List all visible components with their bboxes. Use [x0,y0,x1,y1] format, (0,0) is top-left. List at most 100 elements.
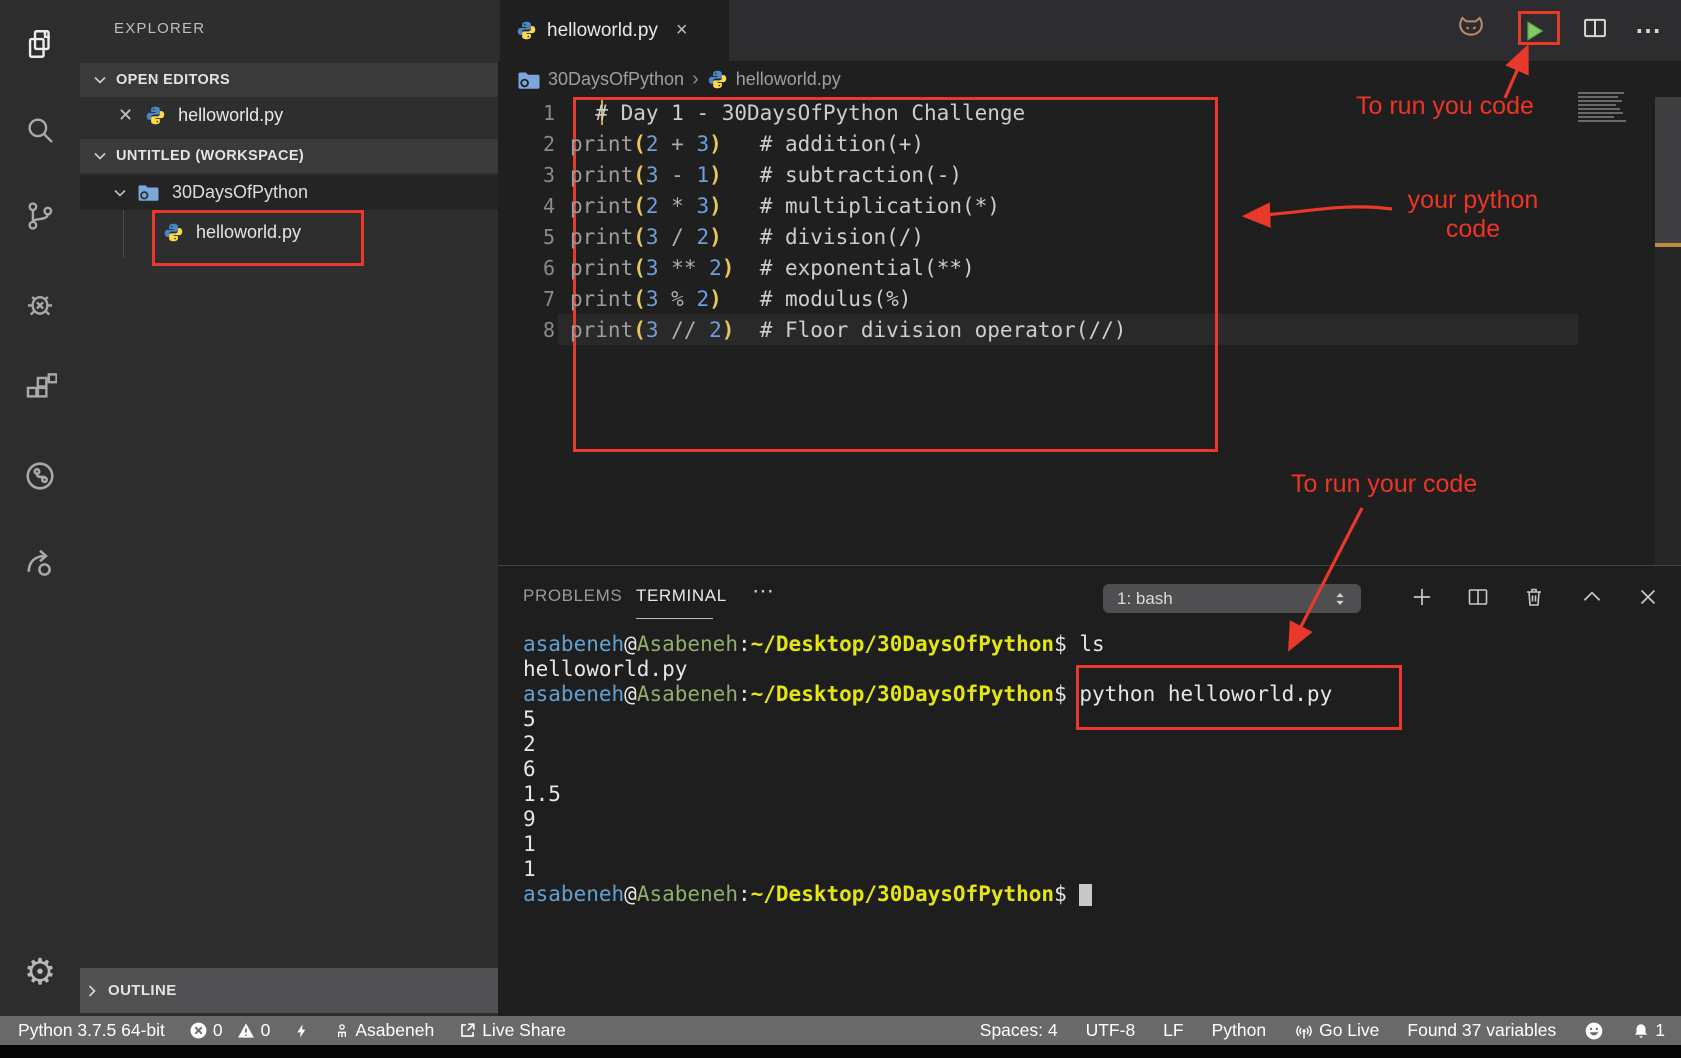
new-terminal-icon[interactable] [1407,582,1437,612]
line-number: 4 [498,194,555,218]
folder-icon [517,70,540,89]
code-line[interactable]: 2print(2 + 3) # addition(+) [498,128,1681,159]
bottom-black-strip [0,1045,1681,1058]
python-file-icon [516,20,537,41]
explorer-icon[interactable] [0,16,80,72]
code-text: # Day 1 - 30DaysOfPython Challenge [555,101,1025,125]
status-bolt[interactable] [294,1021,310,1041]
code-line[interactable]: 1 # Day 1 - 30DaysOfPython Challenge [498,97,1681,128]
tab-problems[interactable]: PROBLEMS [523,586,622,606]
status-notifications[interactable]: 1 [1632,1020,1665,1041]
activity-bar: ⚙ [0,0,80,1016]
code-text: print(3 - 1) # subtraction(-) [555,163,962,187]
breadcrumb-separator: › [692,68,699,91]
extensions-icon[interactable] [0,362,80,418]
terminal-prompt-line: asabeneh@Asabeneh:~/Desktop/30DaysOfPyth… [523,632,1332,657]
chevron-down-icon [92,148,108,164]
terminal-output[interactable]: asabeneh@Asabeneh:~/Desktop/30DaysOfPyth… [523,632,1332,907]
error-icon [189,1021,208,1040]
terminal-shell-select[interactable]: 1: bash [1103,584,1361,613]
live-share-icon[interactable] [0,448,80,504]
status-go-live[interactable]: Go Live [1294,1020,1379,1041]
settings-gear-icon[interactable]: ⚙ [0,944,80,1000]
editor-tab-bar: helloworld.py × ⋯ [498,0,1681,61]
more-actions-icon[interactable]: ⋯ [1635,15,1663,46]
status-indentation[interactable]: Spaces: 4 [980,1020,1058,1041]
open-editor-item[interactable]: ✕ helloworld.py [80,97,498,133]
code-line[interactable]: 7print(3 % 2) # modulus(%) [498,283,1681,314]
run-button[interactable] [1513,18,1555,44]
editor-scrollbar[interactable] [1655,97,1681,565]
status-python-version[interactable]: Python 3.7.5 64-bit [18,1020,165,1041]
code-editor[interactable]: 1 # Day 1 - 30DaysOfPython Challenge2pri… [498,97,1681,345]
code-line[interactable]: 6print(3 ** 2) # exponential(**) [498,252,1681,283]
minimap[interactable] [1578,92,1628,120]
split-editor-icon[interactable] [1581,14,1609,47]
tab-terminal[interactable]: TERMINAL [636,586,727,606]
person-icon [334,1021,350,1041]
maximize-panel-icon[interactable] [1577,582,1607,612]
chevron-down-icon [92,72,108,88]
terminal-output-line: 1 [523,832,1332,857]
debug-icon[interactable] [0,276,80,332]
code-text: print(3 / 2) # division(/) [555,225,924,249]
status-eol[interactable]: LF [1163,1020,1183,1041]
live-share-icon [458,1021,477,1040]
open-editors-section-header[interactable]: OPEN EDITORS [80,63,498,97]
terminal-output-line: 6 [523,757,1332,782]
breadcrumb-folder[interactable]: 30DaysOfPython [548,69,684,90]
editor-actions: ⋯ [1455,0,1663,61]
bell-icon [1632,1021,1650,1041]
code-line[interactable]: 8print(3 // 2) # Floor division operator… [498,314,1681,345]
source-control-icon[interactable] [0,188,80,244]
line-number: 5 [498,225,555,249]
terminal-output-line: 2 [523,732,1332,757]
split-terminal-icon[interactable] [1463,582,1493,612]
tab-label: helloworld.py [547,20,658,42]
scrollbar-thumb[interactable] [1655,97,1681,245]
status-language[interactable]: Python [1212,1020,1266,1041]
line-number: 7 [498,287,555,311]
line-number: 3 [498,163,555,187]
code-line[interactable]: 5print(3 / 2) # division(/) [498,221,1681,252]
file-row-helloworld[interactable]: helloworld.py [80,212,498,252]
sidebar-title: EXPLORER [114,20,205,37]
feedback-icon[interactable] [0,534,80,590]
editor-group[interactable]: helloworld.py × ⋯ 30DaysOfPython [498,0,1681,565]
outline-section-header[interactable]: OUTLINE [80,968,498,1013]
panel-more-icon[interactable]: ⋯ [752,578,776,604]
kill-terminal-icon[interactable] [1519,582,1549,612]
bottom-panel: PROBLEMS TERMINAL ⋯ 1: bash asabeneh@Asa… [498,565,1681,1016]
line-number: 2 [498,132,555,156]
terminal-prompt-line: asabeneh@Asabeneh:~/Desktop/30DaysOfPyth… [523,882,1332,907]
tab-close-icon[interactable]: × [676,19,688,42]
folder-row-30daysofpython[interactable]: 30DaysOfPython [80,175,498,210]
code-text: print(2 * 3) # multiplication(*) [555,194,1000,218]
python-file-icon [707,69,728,90]
status-encoding[interactable]: UTF-8 [1086,1020,1136,1041]
overview-ruler-marker [1655,243,1681,247]
status-problems[interactable]: 0 0 [189,1020,270,1041]
status-bar: Python 3.7.5 64-bit 0 0 Asabeneh Live Sh… [0,1016,1681,1045]
python-file-icon [163,222,184,243]
close-icon[interactable]: ✕ [118,105,133,126]
tab-helloworld[interactable]: helloworld.py × [500,0,729,61]
cat-icon[interactable] [1455,13,1487,48]
terminal-output-line: 1.5 [523,782,1332,807]
breadcrumb-file[interactable]: helloworld.py [736,69,841,90]
terminal-prompt-line: asabeneh@Asabeneh:~/Desktop/30DaysOfPyth… [523,682,1332,707]
code-line[interactable]: 4print(2 * 3) # multiplication(*) [498,190,1681,221]
close-panel-icon[interactable] [1633,582,1663,612]
line-number: 1 [498,101,555,125]
search-icon[interactable] [0,102,80,158]
smiley-icon [1584,1021,1604,1041]
status-live-share[interactable]: Live Share [458,1020,566,1041]
terminal-output-line: 5 [523,707,1332,732]
workspace-section-header[interactable]: UNTITLED (WORKSPACE) [80,139,498,173]
code-line[interactable]: 3print(3 - 1) # subtraction(-) [498,159,1681,190]
status-user[interactable]: Asabeneh [334,1020,434,1041]
code-text: print(3 // 2) # Floor division operator(… [555,318,1126,342]
status-feedback[interactable] [1584,1021,1604,1041]
folder-label: 30DaysOfPython [172,182,308,203]
status-variables[interactable]: Found 37 variables [1407,1020,1556,1041]
